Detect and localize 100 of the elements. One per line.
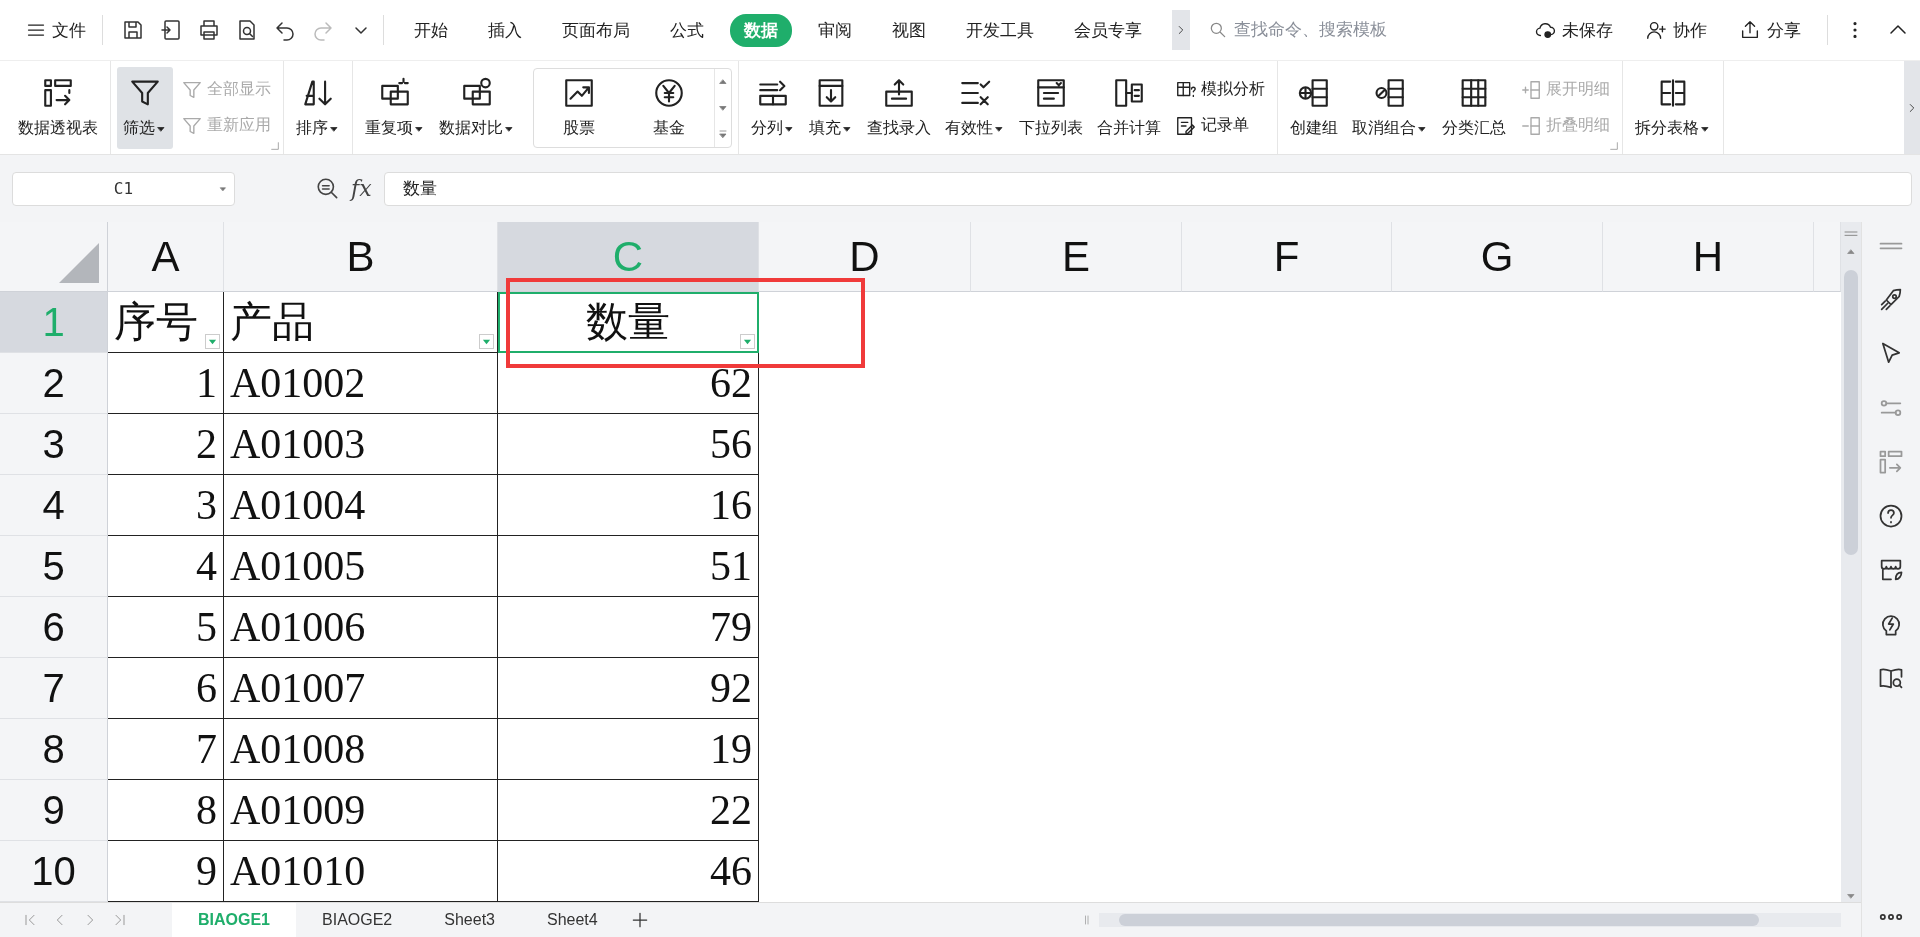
ribbon-button[interactable]: 取消组合 (1346, 66, 1434, 149)
column-header[interactable]: F (1182, 222, 1392, 292)
table-cell: A01009 (224, 780, 498, 841)
table-cell: 1 (108, 353, 224, 414)
column-header[interactable]: H (1603, 222, 1814, 292)
ribbon-button[interactable]: 拆分表格 (1629, 66, 1717, 149)
table-cell: A01007 (224, 658, 498, 719)
column-header[interactable]: B (224, 222, 498, 292)
dropdown-list-icon (1034, 76, 1068, 110)
row-header[interactable]: 8 (0, 719, 108, 780)
row-header[interactable]: 3 (0, 414, 108, 475)
dialog-launcher-icon[interactable] (270, 141, 280, 151)
ribbon-button[interactable]: 筛选 (117, 66, 173, 149)
ribbon-button[interactable]: 有效性 (939, 66, 1011, 149)
function-label[interactable]: fx (351, 176, 372, 201)
row-header[interactable]: 2 (0, 353, 108, 414)
toolbar-action[interactable]: 未保存 (1528, 17, 1619, 43)
column-header[interactable]: E (971, 222, 1182, 292)
ribbon-button[interactable]: 记录单 (1173, 112, 1267, 139)
ribbon-button[interactable]: 基金 (624, 66, 714, 149)
column-header[interactable]: A (108, 222, 224, 292)
row-header[interactable]: 5 (0, 536, 108, 597)
upload-icon (882, 76, 916, 110)
search-field[interactable]: 查找命令、搜索模板 (1208, 19, 1428, 41)
expand-icon (1520, 78, 1542, 101)
table-cell: 19 (498, 719, 759, 780)
filter-dropdown-icon[interactable] (740, 334, 755, 349)
ribbon-button[interactable]: 模拟分析 (1173, 76, 1267, 103)
ribbon-button[interactable]: 查找录入 (861, 66, 937, 149)
table-cell: 51 (498, 536, 759, 597)
table-cell: A01006 (224, 597, 498, 658)
table-cell: A01005 (224, 536, 498, 597)
row-header[interactable]: 4 (0, 475, 108, 536)
ribbon-button[interactable]: 填充 (803, 66, 859, 149)
yen-icon (652, 76, 686, 110)
ribbon-tab[interactable]: 页面布局 (548, 13, 644, 47)
ribbon-tab[interactable]: 视图 (878, 13, 940, 47)
column-header[interactable]: D (759, 222, 971, 292)
ribbon-button[interactable]: 创建组 (1284, 66, 1344, 149)
sheet-tab[interactable]: Sheet3 (418, 903, 521, 937)
ribbon-button[interactable]: 分列 (745, 66, 801, 149)
table-cell: 6 (108, 658, 224, 719)
filter-dropdown-icon[interactable] (205, 334, 220, 349)
pivot-table-icon (41, 76, 75, 110)
table-cell: 2 (108, 414, 224, 475)
ribbon-button[interactable]: 数据透视表 (12, 66, 104, 149)
ribbon-tab[interactable]: 开发工具 (952, 13, 1048, 47)
ribbon-tab[interactable]: 插入 (474, 13, 536, 47)
add-user-icon (1645, 19, 1667, 41)
file-menu[interactable]: 文件 (20, 14, 92, 46)
help-icon[interactable] (1877, 502, 1905, 530)
name-box[interactable]: C1 (12, 171, 235, 206)
collapse-icon (1520, 114, 1542, 137)
dialog-launcher-icon[interactable] (1609, 141, 1619, 151)
row-header[interactable]: 10 (0, 841, 108, 902)
sheet-tab[interactable]: Sheet4 (521, 903, 624, 937)
export-icon[interactable] (159, 18, 183, 42)
table-cell: 56 (498, 414, 759, 475)
horizontal-scrollbar[interactable] (1099, 913, 1841, 927)
ribbon-button[interactable]: 合并计算 (1091, 66, 1167, 149)
group-icon (1297, 76, 1331, 110)
toolbar-action[interactable]: 分享 (1733, 17, 1807, 43)
search-icon (1208, 20, 1228, 40)
row-header[interactable]: 6 (0, 597, 108, 658)
ribbon-button[interactable]: 数据对比 (433, 66, 521, 149)
print-icon[interactable] (197, 18, 221, 42)
table-cell: 22 (498, 780, 759, 841)
toolbar-action[interactable]: 协作 (1639, 17, 1713, 43)
table-cell: 79 (498, 597, 759, 658)
scrollbar-thumb[interactable] (1844, 270, 1858, 555)
ribbon-button[interactable]: 股票 (534, 66, 624, 149)
ribbon-button[interactable]: 下拉列表 (1013, 66, 1089, 149)
filter-dropdown-icon[interactable] (479, 334, 494, 349)
table-cell: A01003 (224, 414, 498, 475)
table-cell: A01002 (224, 353, 498, 414)
table-cell: 数量 (498, 292, 759, 353)
table-cell: 产品 (224, 292, 498, 353)
ribbon-button[interactable]: 重复项 (359, 66, 431, 149)
sheet-tab[interactable]: BIAOGE2 (296, 903, 419, 937)
ribbon-tab[interactable]: 开始 (400, 13, 462, 47)
expand-gallery-icon[interactable] (717, 127, 729, 140)
save-icon[interactable] (121, 18, 145, 42)
ribbon-button[interactable]: 分类汇总 (1436, 66, 1512, 149)
ribbon-tab[interactable]: 会员专享 (1060, 13, 1156, 47)
table-cell: A01008 (224, 719, 498, 780)
row-header[interactable]: 9 (0, 780, 108, 841)
table-cell: 3 (108, 475, 224, 536)
ribbon-tab[interactable]: 公式 (656, 13, 718, 47)
row-header[interactable]: 7 (0, 658, 108, 719)
form-edit-icon (1175, 114, 1197, 137)
line-chart-icon (562, 76, 596, 110)
table-cell: 8 (108, 780, 224, 841)
ribbon-button[interactable]: 排序 (290, 66, 346, 149)
ungroup-icon (1373, 76, 1407, 110)
pivot-table-icon[interactable] (1877, 448, 1905, 476)
formula-input[interactable]: 数量 (383, 171, 1912, 206)
table-cell: 62 (498, 353, 759, 414)
table-cell: 5 (108, 597, 224, 658)
column-header[interactable]: G (1392, 222, 1603, 292)
ribbon-tab[interactable]: 审阅 (804, 13, 866, 47)
